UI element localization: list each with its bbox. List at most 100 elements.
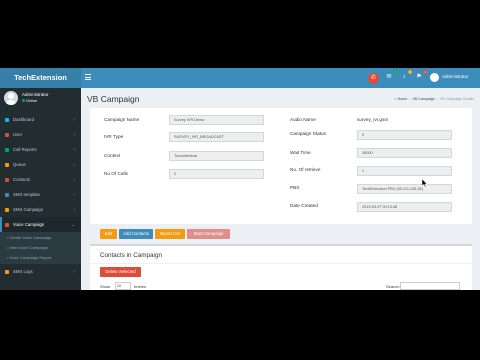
show-label: Show xyxy=(100,284,111,289)
online-dot-icon xyxy=(22,99,25,102)
sidebar-item-label: SMS Logs xyxy=(13,269,33,274)
chevron-left-icon: ‹ xyxy=(73,132,76,137)
ivr-type-field: SURVEY_IVR_BROADCAST xyxy=(169,132,264,142)
chevron-down-icon: ⌄ xyxy=(71,222,75,227)
contacts-icon xyxy=(5,177,9,182)
user-name: Administrator xyxy=(22,92,49,97)
campaign-name-field: Survey IVR Demo xyxy=(169,115,264,125)
sidebar-item-user[interactable]: User ‹ xyxy=(0,127,81,142)
breadcrumb-vb-campaign[interactable]: VB Campaign xyxy=(412,97,434,101)
chevron-left-icon: ‹ xyxy=(73,147,76,152)
date-created-label: Date Created xyxy=(290,203,318,208)
breadcrumb-home[interactable]: Home xyxy=(398,97,408,101)
campaign-status-label: Campaign Status xyxy=(290,131,326,136)
sidebar-menu: Dashboard ‹ User ‹ Call Reports ‹ Queue ‹ Co… xyxy=(0,112,81,279)
pbx-field: TechExtension PBX (80.211.228.26) xyxy=(357,184,452,194)
ivr-type-label: IVR Type xyxy=(104,134,124,139)
template-icon xyxy=(5,192,9,197)
bell-icon[interactable]: ♪ 3 xyxy=(399,70,412,82)
chevron-left-icon: ‹ xyxy=(73,269,76,274)
mouse-cursor-icon xyxy=(422,179,428,188)
chevron-left-icon: ‹ xyxy=(73,207,76,212)
app-window: TechExtension Administrator Online Dashb… xyxy=(0,68,480,290)
queue-icon xyxy=(5,162,9,167)
page-title: VB Campaign xyxy=(87,94,140,104)
audio-name-value: survey_ivr.gsm xyxy=(357,117,389,122)
user-status-text: Online xyxy=(26,99,37,103)
date-created-field: 2019-03-07 00:13:48 xyxy=(357,202,452,212)
submenu-create-voice-campaign[interactable]: Create Voice Campaign xyxy=(0,233,81,243)
dashboard-icon xyxy=(5,117,9,122)
sidebar-item-label: Contacts xyxy=(13,177,30,182)
campaign-status-field: 0 xyxy=(357,130,452,140)
no-of-calls-label: No Of Calls xyxy=(104,171,128,176)
app-logo[interactable]: TechExtension xyxy=(0,68,81,88)
context-label: Context xyxy=(104,153,121,158)
chevron-left-icon: ‹ xyxy=(73,177,76,182)
sidebar-item-sms-template[interactable]: SMS template ‹ xyxy=(0,187,81,202)
breadcrumb: ⌂ Home › VB Campaign › VB Campaign Details xyxy=(394,97,474,101)
sidebar-item-sms-logs[interactable]: SMS Logs ‹ xyxy=(0,264,81,279)
sidebar-item-label: Call Reports xyxy=(13,147,37,152)
submenu-voice-campaign-report[interactable]: Voice Campaign Report xyxy=(0,253,81,263)
top-navbar: ✆ ✉ 1 ♪ 3 ⚑ 1 Administrator xyxy=(81,68,480,88)
delete-selected-button[interactable]: Delete Selected xyxy=(100,267,141,277)
flag-icon[interactable]: ⚑ 1 xyxy=(414,70,427,82)
avatar xyxy=(4,91,18,105)
entries-label: entries xyxy=(134,284,147,289)
wait-time-label: Wait Time xyxy=(290,150,311,155)
sidebar-item-label: Dashboard xyxy=(13,117,35,122)
voice-icon xyxy=(5,222,9,227)
start-campaign-button[interactable]: Start Campaign xyxy=(187,229,230,239)
phone-icon[interactable]: ✆ xyxy=(368,72,379,84)
sidebar-item-label: SMS template xyxy=(13,192,40,197)
wait-time-field: 30000 xyxy=(357,148,452,158)
chevron-left-icon: ‹ xyxy=(73,192,76,197)
retries-label: No. Of retrieve xyxy=(290,167,321,172)
sidebar: TechExtension Administrator Online Dashb… xyxy=(0,68,81,290)
header-avatar[interactable] xyxy=(430,73,439,82)
entries-select[interactable]: 10 xyxy=(115,282,131,290)
messages-badge: 1 xyxy=(393,70,397,74)
campaign-name-label: Campaign Name xyxy=(104,117,140,122)
no-of-calls-field: 2 xyxy=(169,169,264,179)
tasks-badge: 1 xyxy=(423,70,427,74)
import-csv-button[interactable]: Import Csv xyxy=(155,229,185,239)
breadcrumb-current: VB Campaign Details xyxy=(439,97,474,101)
sidebar-item-label: Voice Campaign xyxy=(13,222,45,227)
sidebar-item-label: Queue xyxy=(13,162,26,167)
pbx-label: PBX xyxy=(290,185,300,190)
user-status: Online xyxy=(22,99,37,103)
sidebar-item-contacts[interactable]: Contacts ‹ xyxy=(0,172,81,187)
campaign-details-box: Campaign Name Survey IVR Demo IVR Type S… xyxy=(90,108,472,224)
menu-toggle-icon[interactable] xyxy=(85,74,92,82)
sms-icon xyxy=(5,207,9,212)
edit-button[interactable]: Edit xyxy=(100,229,117,239)
sidebar-item-voice-campaign[interactable]: Voice Campaign ⌄ xyxy=(0,217,81,232)
sidebar-item-label: SMS Campaign xyxy=(13,207,44,212)
sidebar-item-dashboard[interactable]: Dashboard ‹ xyxy=(0,112,81,127)
chevron-left-icon: ‹ xyxy=(73,117,76,122)
sidebar-item-sms-campaign[interactable]: SMS Campaign ‹ xyxy=(0,202,81,217)
search-input[interactable] xyxy=(400,282,460,290)
sidebar-item-call-reports[interactable]: Call Reports ‹ xyxy=(0,142,81,157)
search-label: Search: xyxy=(386,284,400,289)
contacts-title: Contacts in Campaign xyxy=(100,252,162,259)
header-username[interactable]: Administrator xyxy=(442,74,469,79)
audio-name-label: Audio Name xyxy=(290,117,316,122)
voice-campaign-submenu: Create Voice Campaign View Voice Campaig… xyxy=(0,232,81,264)
envelope-icon[interactable]: ✉ 1 xyxy=(384,70,397,82)
divider xyxy=(90,263,472,264)
contacts-box: Contacts in Campaign Delete Selected Sho… xyxy=(90,244,472,290)
add-contacts-button[interactable]: Add Contacts xyxy=(119,229,153,239)
chevron-left-icon: ‹ xyxy=(73,162,76,167)
submenu-view-voice-campaign[interactable]: View Voice Campaign xyxy=(0,243,81,253)
notifications-badge: 3 xyxy=(408,70,412,74)
home-icon: ⌂ xyxy=(394,97,397,101)
sidebar-item-queue[interactable]: Queue ‹ xyxy=(0,157,81,172)
logs-icon xyxy=(5,269,9,274)
phone-icon xyxy=(5,147,9,152)
retries-field: 1 xyxy=(357,166,452,176)
context-field: Tcecontextval xyxy=(169,151,264,161)
sidebar-item-label: User xyxy=(13,132,23,137)
